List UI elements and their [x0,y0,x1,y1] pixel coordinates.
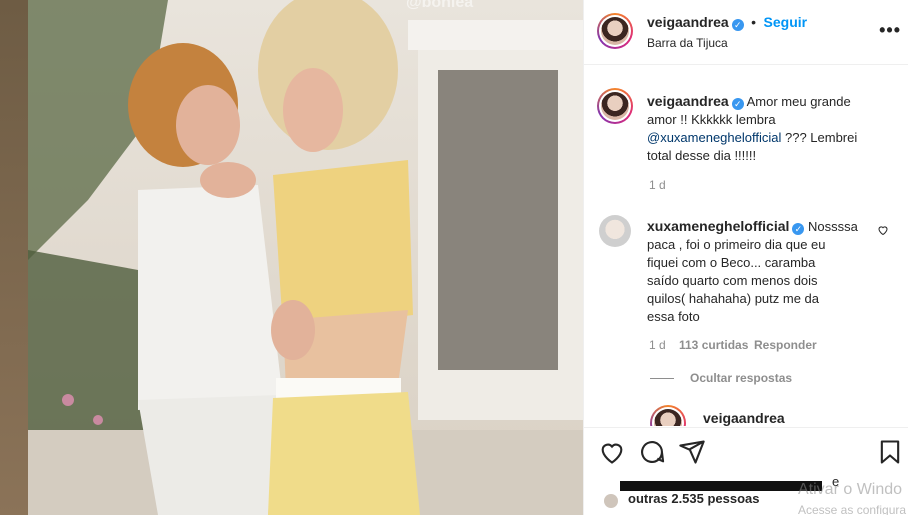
caption-text: veigaandrea ✓ Amor meu grande amor !! Kkk… [647,92,897,165]
caption-avatar[interactable] [597,88,633,124]
caption-line-2: amor !! Kkkkkk lembra [647,112,776,127]
caption-line-4: total desse dia !!!!!! [647,148,757,163]
author-avatar[interactable] [597,13,633,49]
comment-like-heart-icon[interactable] [877,224,889,236]
verified-badge-icon: ✓ [731,19,744,31]
media-watermark: @bohlea [406,0,474,11]
post-actions-bar [584,427,908,476]
replies-divider [650,378,674,379]
hide-replies-button[interactable]: Ocultar respostas [690,371,792,385]
comments-section: veigaandrea ✓ Amor meu grande amor !! Kkk… [584,65,908,426]
separator-dot: • [751,14,757,30]
liker-avatar [604,494,618,508]
comment-text: xuxameneghelofficial ✓ Nossssa paca , foi… [647,217,879,326]
comment-line-3: fiquei com o Beco... caramba [647,255,816,270]
caption-mention-link[interactable]: @xuxameneghelofficial [647,130,781,145]
verified-badge-icon: ✓ [792,223,805,235]
comment-line-4: saído quarto com menos dois [647,273,818,288]
post-location[interactable]: Barra da Tijuca [647,36,728,50]
likes-others-link[interactable]: outras 2.535 pessoas [628,491,760,506]
comment-timestamp[interactable]: 1 d [649,338,666,352]
post-header: veigaandrea ✓ • Seguir Barra da Tijuca ••… [584,0,908,65]
comment-bubble-icon[interactable] [638,438,666,466]
commenter-username[interactable]: xuxameneghelofficial [647,218,789,234]
author-username[interactable]: veigaandrea [647,14,729,30]
share-send-icon[interactable] [678,438,706,466]
activate-windows-watermark-sub: Acesse as configura [798,503,907,515]
caption-username[interactable]: veigaandrea [647,93,729,109]
redacted-likers-bar [620,481,822,491]
comment-line-1: Nossssa [808,219,858,234]
post-viewer: @bohlea veigaandrea ✓ • Seguir Barra da T… [0,0,908,515]
caption-line-3: ??? Lembrei [781,130,858,145]
follow-button[interactable]: Seguir [764,14,808,30]
verified-badge-icon: ✓ [731,98,744,110]
like-heart-icon[interactable] [598,438,626,466]
activate-windows-watermark: Ativar o Windo [798,481,903,498]
post-photo [28,0,583,515]
commenter-avatar[interactable] [599,215,631,247]
comment-line-2: paca , foi o primeiro dia que eu [647,237,826,252]
reply-avatar[interactable] [650,405,686,426]
reply-button[interactable]: Responder [754,338,817,352]
caption-line-1: Amor meu grande [746,94,851,109]
caption-timestamp[interactable]: 1 d [649,178,666,192]
comment-line-5: quilos( hahahaha) putz me da [647,291,820,306]
media-left-edge [0,0,28,515]
post-media[interactable]: @bohlea [0,0,583,515]
reply-username[interactable]: veigaandrea [703,410,785,426]
comment-likes[interactable]: 113 curtidas [679,338,748,352]
likes-summary: e outras 2.535 pessoas Ativar o Windo Ac… [598,474,908,515]
post-side-panel: veigaandrea ✓ • Seguir Barra da Tijuca ••… [583,0,908,515]
save-bookmark-icon[interactable] [876,438,904,466]
comment-line-6: essa foto [647,309,700,324]
more-options-icon[interactable]: ••• [879,20,901,41]
